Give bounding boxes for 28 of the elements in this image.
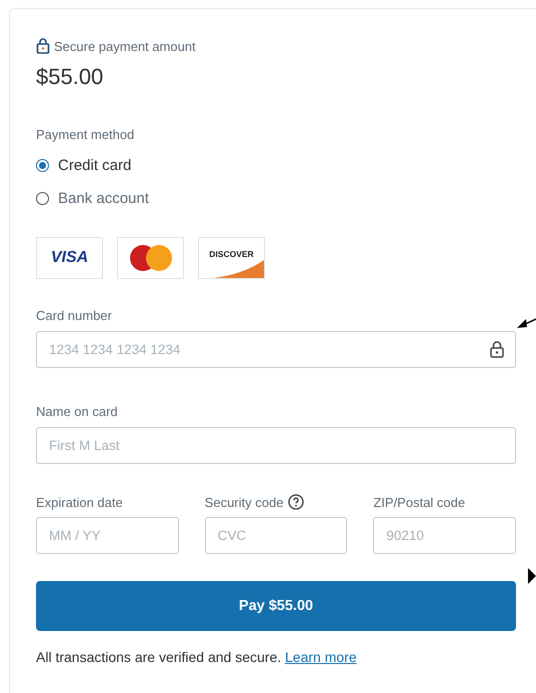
learn-more-link[interactable]: Learn more — [285, 649, 357, 665]
field-label: Security code — [204, 494, 284, 510]
lock-icon — [490, 341, 504, 358]
lock-icon — [36, 38, 50, 54]
payment-amount: $55.00 — [36, 64, 104, 89]
field-label: Card number — [36, 308, 113, 323]
card-number-field[interactable]: 1234 1234 1234 1234 — [36, 331, 516, 368]
radio-button[interactable] — [36, 192, 49, 205]
radio-button[interactable] — [36, 159, 49, 172]
visa-logo: VISA — [36, 237, 103, 279]
secure-amount-label: Secure payment amount — [54, 38, 196, 54]
field-label: ZIP/Postal code — [373, 494, 466, 510]
input-field[interactable]: 90210 — [373, 517, 516, 554]
field-label: Expiration date — [36, 494, 123, 510]
arrow-icon — [528, 568, 536, 584]
payment-method-label: Payment method — [36, 127, 136, 142]
card-logo — [117, 237, 184, 279]
field-label: Name on card — [36, 404, 119, 419]
input-field[interactable]: MM / YY — [36, 517, 179, 554]
arrow-icon — [516, 316, 536, 330]
input-field[interactable]: CVC — [204, 517, 348, 554]
security-note: All transactions are verified and secure. Learn more — [36, 649, 358, 665]
payment-method-option[interactable]: Bank account — [36, 190, 149, 207]
payment-method-option[interactable]: Credit card — [36, 157, 132, 174]
name-on-card-field[interactable]: First M Last — [36, 427, 516, 464]
pay-button[interactable]: Pay $55.00 — [36, 581, 516, 631]
help-icon[interactable] — [288, 494, 304, 510]
discover-logo: DISCOVER — [198, 237, 265, 279]
